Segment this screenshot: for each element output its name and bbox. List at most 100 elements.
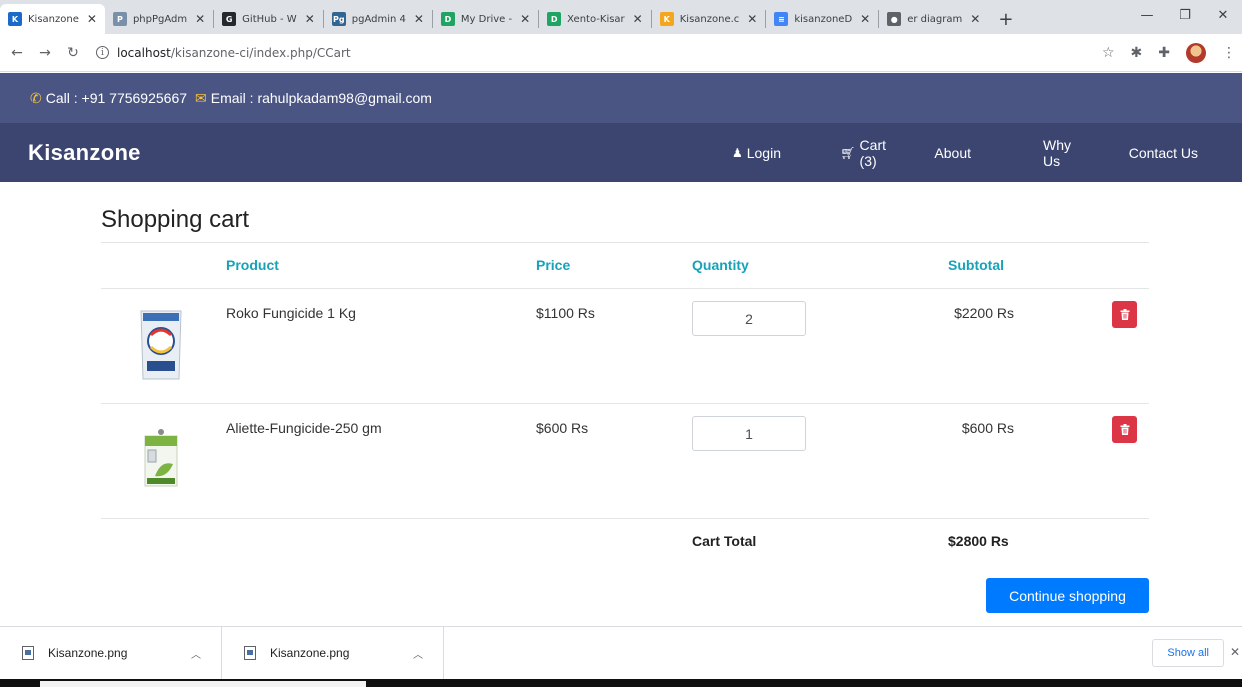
extensions-icon[interactable]: ✚ xyxy=(1158,45,1170,61)
close-icon[interactable]: ✕ xyxy=(520,12,530,26)
header-price: Price xyxy=(536,257,571,273)
download-item[interactable]: Kisanzone.png ︿ xyxy=(222,626,444,680)
browser-tab[interactable]: ≡ kisanzoneD ✕ xyxy=(766,4,878,34)
browser-tab[interactable]: G GitHub - W ✕ xyxy=(214,4,323,34)
favicon-icon: K xyxy=(8,12,22,26)
nav-why-us[interactable]: Why Us xyxy=(1043,137,1071,169)
product-image xyxy=(140,310,182,380)
address-bar: ← → ↻ i localhost/kisanzone-ci/index.php… xyxy=(0,34,1242,72)
browser-tab[interactable]: K Kisanzone.c ✕ xyxy=(652,4,766,34)
toolbar-actions: ☆ ✱ ✚ ⋮ xyxy=(1102,34,1236,72)
nav-contact-us[interactable]: Contact Us xyxy=(1129,145,1198,161)
product-subtotal: $600 Rs xyxy=(961,420,1014,436)
close-icon[interactable]: ✕ xyxy=(633,12,643,26)
product-subtotal: $2200 Rs xyxy=(954,305,1014,321)
nav-about[interactable]: About xyxy=(934,145,971,161)
tab-label: Kisanzone.c xyxy=(679,13,740,25)
close-icon[interactable]: ✕ xyxy=(1230,645,1240,659)
browser-tab[interactable]: P phpPgAdm ✕ xyxy=(105,4,213,34)
nav-login[interactable]: ♟ Login xyxy=(732,145,781,161)
delete-button[interactable] xyxy=(1112,416,1137,443)
download-shelf: Kisanzone.png ︿ Kisanzone.png ︿ Show all… xyxy=(0,626,1242,680)
tab-label: My Drive - xyxy=(460,13,513,25)
cart-total-label: Cart Total xyxy=(692,533,757,549)
reload-icon[interactable]: ↻ xyxy=(62,45,84,61)
page-title: Shopping cart xyxy=(101,206,250,233)
cart-section: Shopping cart Product Price Quantity Sub… xyxy=(101,182,1149,618)
nav-login-label: Login xyxy=(746,144,781,161)
drive-icon: D xyxy=(547,12,562,26)
docs-icon: ≡ xyxy=(774,12,789,26)
cart-icon: 🛒︎ xyxy=(840,145,856,160)
table-row: Roko Fungicide 1 Kg $1100 Rs $2200 Rs xyxy=(101,288,1149,403)
bug-icon[interactable]: ✱ xyxy=(1131,45,1143,61)
tab-label: Xento-Kisar xyxy=(567,13,625,25)
tab-label: pgAdmin 4 xyxy=(351,13,406,25)
tab-label: kisanzoneD xyxy=(794,13,853,25)
new-tab-button[interactable]: + xyxy=(988,4,1023,34)
avatar[interactable] xyxy=(1186,43,1206,63)
delete-button[interactable] xyxy=(1112,301,1137,328)
tab-label: Kisanzone xyxy=(28,13,79,25)
back-icon[interactable]: ← xyxy=(6,45,28,61)
cart-total-row: Cart Total $2800 Rs xyxy=(101,518,1149,568)
browser-tab[interactable]: ● er diagram ✕ xyxy=(879,4,988,34)
url-path: /kisanzone-ci/index.php/CCart xyxy=(170,45,351,60)
download-item[interactable]: Kisanzone.png ︿ xyxy=(0,626,222,680)
site-navbar: Kisanzone ♟ Login 🛒︎ Cart (3) About Why … xyxy=(0,123,1242,182)
email-text: Email : rahulpkadam98@gmail.com xyxy=(210,90,432,106)
menu-icon[interactable]: ⋮ xyxy=(1222,45,1236,61)
info-icon[interactable]: i xyxy=(96,46,109,59)
continue-shopping-button[interactable]: Continue shopping xyxy=(986,578,1149,613)
browser-tab[interactable]: Pg pgAdmin 4 ✕ xyxy=(324,4,432,34)
user-icon: ♟ xyxy=(731,145,743,160)
download-filename: Kisanzone.png xyxy=(270,646,350,660)
header-subtotal: Subtotal xyxy=(948,257,1004,273)
show-all-button[interactable]: Show all xyxy=(1152,639,1224,667)
nav-cart-label: Cart (3) xyxy=(859,136,886,169)
call-text: Call : +91 7756925667 xyxy=(45,90,188,106)
os-taskbar xyxy=(0,679,1242,687)
browser-tab[interactable]: D Xento-Kisar ✕ xyxy=(539,4,651,34)
cart-table-header: Product Price Quantity Subtotal xyxy=(101,243,1149,288)
close-window-icon[interactable]: ✕ xyxy=(1204,8,1242,23)
star-icon[interactable]: ☆ xyxy=(1102,45,1115,61)
close-icon[interactable]: ✕ xyxy=(195,12,205,26)
chevron-up-icon[interactable]: ︿ xyxy=(413,646,423,661)
close-icon[interactable]: ✕ xyxy=(87,12,97,26)
drive-icon: D xyxy=(440,12,455,26)
download-filename: Kisanzone.png xyxy=(48,646,128,660)
browser-tab[interactable]: K Kisanzone ✕ xyxy=(0,4,105,34)
nav-cart[interactable]: 🛒︎ Cart (3) xyxy=(840,137,886,169)
cart-total-value: $2800 Rs xyxy=(948,533,1009,549)
favicon-icon: P xyxy=(112,12,127,26)
url-field[interactable]: i localhost/kisanzone-ci/index.php/CCart xyxy=(96,46,351,60)
close-icon[interactable]: ✕ xyxy=(305,12,315,26)
close-icon[interactable]: ✕ xyxy=(747,12,757,26)
close-icon[interactable]: ✕ xyxy=(970,12,980,26)
file-icon xyxy=(244,646,256,660)
minimize-icon[interactable]: — xyxy=(1128,8,1166,23)
brand-logo[interactable]: Kisanzone xyxy=(28,140,141,166)
taskbar-search[interactable] xyxy=(40,681,366,687)
quantity-input[interactable] xyxy=(692,301,806,336)
header-quantity: Quantity xyxy=(692,257,749,273)
favicon-icon: G xyxy=(222,12,237,26)
trash-icon xyxy=(1120,424,1129,435)
table-row: Aliette-Fungicide-250 gm $600 Rs $600 Rs xyxy=(101,403,1149,518)
favicon-icon: K xyxy=(659,12,674,26)
button-row: Continue shopping xyxy=(101,568,1149,618)
product-name[interactable]: Roko Fungicide 1 Kg xyxy=(226,305,356,321)
chevron-up-icon[interactable]: ︿ xyxy=(191,646,201,661)
quantity-input[interactable] xyxy=(692,416,806,451)
envelope-icon: ✉ xyxy=(195,89,207,106)
close-icon[interactable]: ✕ xyxy=(414,12,424,26)
file-icon xyxy=(22,646,34,660)
restore-icon[interactable]: ❐ xyxy=(1166,8,1204,23)
forward-icon[interactable]: → xyxy=(34,45,56,61)
product-price: $1100 Rs xyxy=(536,305,595,321)
tab-label: phpPgAdm xyxy=(132,13,188,25)
browser-tab[interactable]: D My Drive - ✕ xyxy=(433,4,538,34)
close-icon[interactable]: ✕ xyxy=(860,12,870,26)
product-name[interactable]: Aliette-Fungicide-250 gm xyxy=(226,420,382,436)
